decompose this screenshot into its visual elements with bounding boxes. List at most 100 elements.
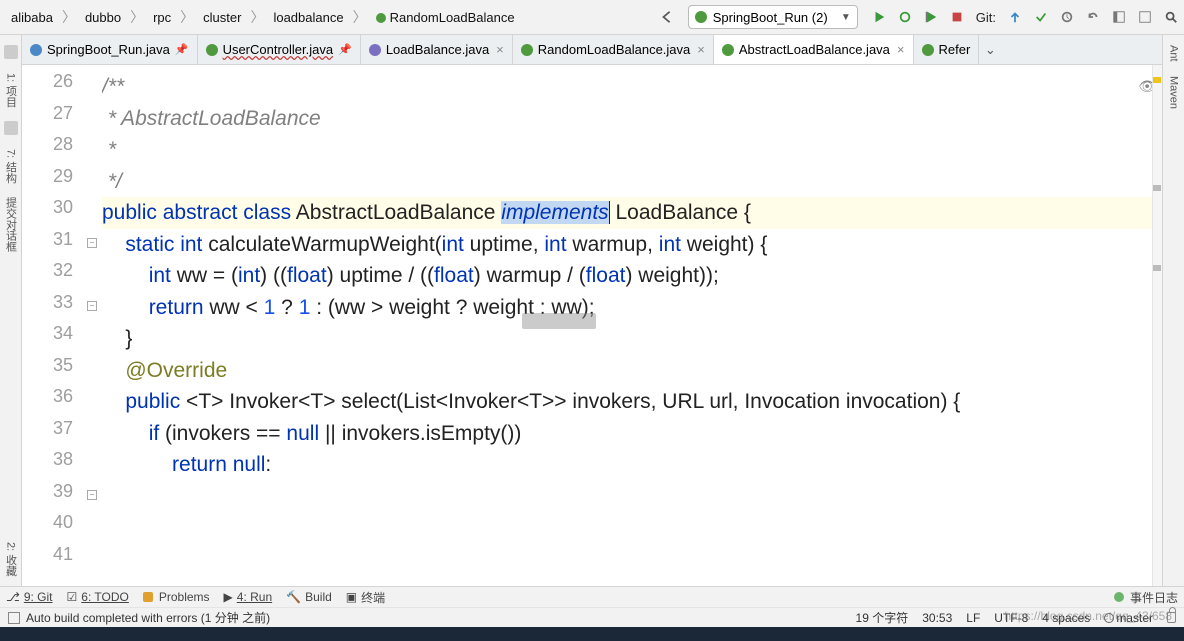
tabs-overflow-button[interactable]: ⌄ xyxy=(979,35,1001,64)
error-stripe[interactable] xyxy=(1152,65,1162,586)
close-icon[interactable]: × xyxy=(496,42,504,57)
java-class-icon xyxy=(521,44,533,56)
search-everywhere-button[interactable] xyxy=(1160,6,1182,28)
java-class-icon xyxy=(206,44,218,56)
git-history-button[interactable] xyxy=(1056,6,1078,28)
line-number[interactable]: 33− xyxy=(22,292,101,324)
crumb-sep: 〉 xyxy=(60,7,78,27)
right-tool-maven[interactable]: Maven xyxy=(1168,76,1180,109)
left-tool-strip: 1: 项目 7: 结构 提交对话框 2: 收藏 xyxy=(0,35,22,586)
line-number[interactable]: 34 xyxy=(22,323,101,355)
java-class-icon xyxy=(722,44,734,56)
tab-springboot[interactable]: SpringBoot_Run.java 📌 xyxy=(22,35,198,64)
crumb-cluster[interactable]: cluster xyxy=(196,7,248,28)
event-log-tool[interactable]: 事件日志 xyxy=(1130,589,1178,606)
coverage-button[interactable] xyxy=(920,6,942,28)
build-tool[interactable]: 🔨 Build xyxy=(286,590,332,604)
tab-label: SpringBoot_Run.java xyxy=(47,42,170,57)
tab-label: RandomLoadBalance.java xyxy=(538,42,691,57)
java-class-icon xyxy=(30,44,42,56)
run-tool[interactable]: ▶ 4: Run xyxy=(224,590,273,604)
structure-tool-icon[interactable] xyxy=(4,121,18,135)
pin-icon[interactable]: 📌 xyxy=(175,43,189,56)
back-button[interactable] xyxy=(656,6,678,28)
line-number[interactable]: 35 xyxy=(22,355,101,387)
crumb-loadbalance[interactable]: loadbalance xyxy=(266,7,350,28)
line-number[interactable]: 39− xyxy=(22,481,101,513)
tab-label: Refer xyxy=(939,42,971,57)
terminal-tool[interactable]: ▣ 终端 xyxy=(346,589,385,606)
line-number[interactable]: 28 xyxy=(22,134,101,166)
event-indicator-icon xyxy=(1114,592,1124,602)
crumb-dubbo[interactable]: dubbo xyxy=(78,7,128,28)
left-tool-structure[interactable]: 7: 结构 xyxy=(3,149,19,183)
layout2-button[interactable] xyxy=(1134,6,1156,28)
crumb-rpc[interactable]: rpc xyxy=(146,7,178,28)
debug-button[interactable] xyxy=(894,6,916,28)
line-number[interactable]: 40 xyxy=(22,512,101,544)
line-number[interactable]: 27 xyxy=(22,103,101,135)
tab-abstract[interactable]: AbstractLoadBalance.java× xyxy=(714,35,914,64)
run-config-selector[interactable]: SpringBoot_Run (2) ▼ xyxy=(688,5,858,29)
left-tool-fav[interactable]: 2: 收藏 xyxy=(3,542,19,576)
crumb-sep: 〉 xyxy=(178,7,196,27)
git-revert-button[interactable] xyxy=(1082,6,1104,28)
project-tool-icon[interactable] xyxy=(4,45,18,59)
crumb-sep: 〉 xyxy=(128,7,146,27)
line-number[interactable]: 31− xyxy=(22,229,101,261)
right-tool-ant[interactable]: Ant xyxy=(1168,45,1180,62)
navigation-toolbar: alibaba〉 dubbo〉 rpc〉 cluster〉 loadbalanc… xyxy=(0,0,1184,35)
status-selection: 19 个字符 xyxy=(856,609,909,626)
status-message: Auto build completed with errors (1 分钟 之… xyxy=(8,609,270,626)
git-label: Git: xyxy=(976,10,996,25)
close-icon[interactable]: × xyxy=(697,42,705,57)
tab-label: LoadBalance.java xyxy=(386,42,489,57)
screenshot-smudge xyxy=(522,313,596,329)
todo-tool[interactable]: ☑ 6: TODO xyxy=(67,590,129,604)
problems-tool[interactable]: Problems xyxy=(143,590,210,604)
line-number[interactable]: 38 xyxy=(22,449,101,481)
git-commit-button[interactable] xyxy=(1030,6,1052,28)
line-number[interactable]: 41 xyxy=(22,544,101,576)
tab-label: UserController.java xyxy=(223,42,334,57)
line-number[interactable]: 37 xyxy=(22,418,101,450)
fold-icon[interactable]: − xyxy=(87,301,97,311)
run-button[interactable] xyxy=(868,6,890,28)
code-editor[interactable]: 26 27 28 29 30 31− 32 33− 34 35 36 37 38… xyxy=(22,65,1162,586)
chevron-down-icon: ▼ xyxy=(841,12,851,23)
tab-usercontroller[interactable]: UserController.java 📌 xyxy=(198,35,361,64)
breadcrumbs: alibaba〉 dubbo〉 rpc〉 cluster〉 loadbalanc… xyxy=(0,7,522,28)
crumb-sep: 〉 xyxy=(248,7,266,27)
line-number[interactable]: 30 xyxy=(22,197,101,229)
java-interface-icon xyxy=(369,44,381,56)
line-number[interactable]: 32 xyxy=(22,260,101,292)
fold-icon[interactable]: − xyxy=(87,490,97,500)
tab-loadbalance[interactable]: LoadBalance.java × xyxy=(361,35,513,64)
git-tool[interactable]: ⎇ 9: Git xyxy=(6,590,53,604)
line-number[interactable]: 26 xyxy=(22,71,101,103)
status-caret-pos[interactable]: 30:53 xyxy=(922,611,952,625)
close-icon[interactable]: × xyxy=(897,42,905,57)
run-config-icon xyxy=(695,11,707,23)
tab-overflow[interactable]: Refer xyxy=(914,35,980,64)
fold-icon[interactable]: − xyxy=(87,238,97,248)
crumb-class[interactable]: RandomLoadBalance xyxy=(369,7,522,28)
left-tool-project[interactable]: 1: 项目 xyxy=(3,73,19,107)
code-area[interactable]: /** * AbstractLoadBalance * */public abs… xyxy=(102,65,1162,586)
pin-icon[interactable]: 📌 xyxy=(338,43,352,56)
git-update-button[interactable] xyxy=(1004,6,1026,28)
line-gutter[interactable]: 26 27 28 29 30 31− 32 33− 34 35 36 37 38… xyxy=(22,65,102,586)
os-taskbar[interactable] xyxy=(0,627,1184,641)
tab-random[interactable]: RandomLoadBalance.java × xyxy=(513,35,714,64)
bottom-tool-bar: ⎇ 9: Git ☑ 6: TODO Problems ▶ 4: Run 🔨 B… xyxy=(0,586,1184,607)
line-number[interactable]: 36 xyxy=(22,386,101,418)
line-number[interactable]: 29 xyxy=(22,166,101,198)
status-box-icon xyxy=(8,612,20,624)
editor-tabs: SpringBoot_Run.java 📌 UserController.java… xyxy=(22,35,1162,65)
left-tool-commit[interactable]: 提交对话框 xyxy=(3,197,19,252)
crumb-alibaba[interactable]: alibaba xyxy=(4,7,60,28)
status-eol[interactable]: LF xyxy=(966,611,980,625)
stop-button[interactable] xyxy=(946,6,968,28)
layout-button[interactable] xyxy=(1108,6,1130,28)
java-class-icon xyxy=(922,44,934,56)
